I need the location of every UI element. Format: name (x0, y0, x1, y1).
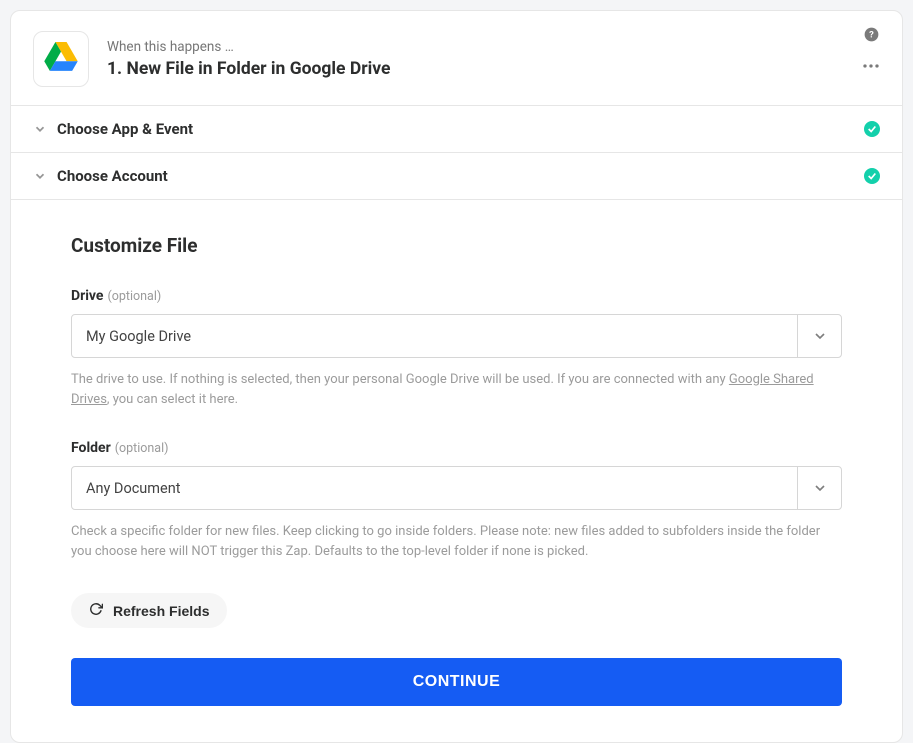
chevron-down-icon (797, 467, 841, 509)
refresh-label: Refresh Fields (113, 603, 209, 619)
section-account[interactable]: Choose Account (11, 153, 902, 200)
header-actions: ? (862, 25, 880, 75)
section-app-event[interactable]: Choose App & Event (11, 106, 902, 153)
drive-help-text: The drive to use. If nothing is selected… (71, 370, 842, 409)
chevron-down-icon (33, 122, 47, 136)
header-title: 1. New File in Folder in Google Drive (107, 59, 880, 79)
drive-help-pre: The drive to use. If nothing is selected… (71, 372, 729, 387)
refresh-icon (89, 602, 103, 619)
step-header: When this happens … 1. New File in Folde… (11, 11, 902, 106)
content-title: Customize File (71, 234, 842, 257)
section-label: Choose Account (57, 167, 880, 185)
header-subtitle: When this happens … (107, 39, 880, 55)
status-check-icon (864, 168, 880, 184)
field-drive: Drive (optional) My Google Drive The dri… (71, 285, 842, 409)
field-folder: Folder (optional) Any Document Check a s… (71, 437, 842, 561)
more-icon[interactable] (862, 57, 880, 75)
folder-help-text: Check a specific folder for new files. K… (71, 522, 842, 561)
section-label: Choose App & Event (57, 120, 880, 138)
drive-dropdown[interactable]: My Google Drive (71, 314, 842, 358)
drive-help-post: , you can select it here. (107, 392, 238, 407)
folder-dropdown[interactable]: Any Document (71, 466, 842, 510)
customize-content: Customize File Drive (optional) My Googl… (11, 200, 902, 742)
field-label-row: Drive (optional) (71, 285, 842, 304)
folder-optional: (optional) (115, 441, 169, 456)
google-drive-icon (44, 42, 78, 76)
drive-optional: (optional) (107, 289, 161, 304)
step-editor-card: When this happens … 1. New File in Folde… (10, 10, 903, 743)
svg-text:?: ? (869, 29, 874, 40)
header-text: When this happens … 1. New File in Folde… (107, 39, 880, 79)
folder-value: Any Document (72, 467, 797, 509)
field-label-row: Folder (optional) (71, 437, 842, 456)
chevron-down-icon (797, 315, 841, 357)
help-icon[interactable]: ? (862, 25, 880, 43)
continue-button[interactable]: CONTINUE (71, 658, 842, 706)
refresh-fields-button[interactable]: Refresh Fields (71, 593, 227, 628)
drive-value: My Google Drive (72, 315, 797, 357)
app-icon-box (33, 31, 89, 87)
folder-label: Folder (71, 440, 111, 456)
status-check-icon (864, 121, 880, 137)
drive-label: Drive (71, 288, 104, 304)
chevron-down-icon (33, 169, 47, 183)
